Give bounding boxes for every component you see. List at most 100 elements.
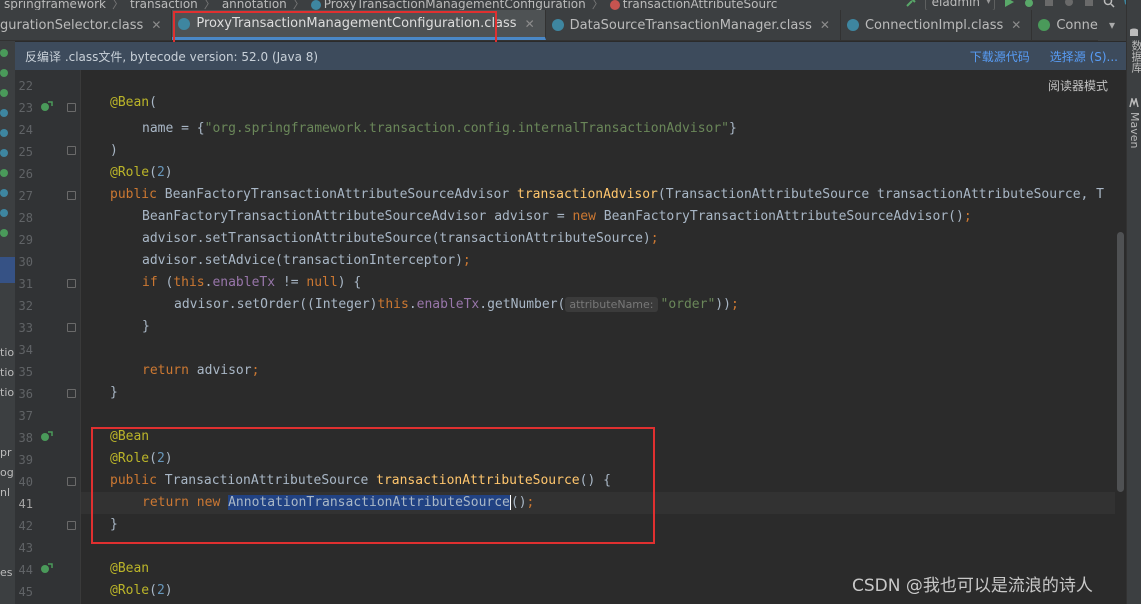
line-number[interactable]: 41 <box>15 497 33 511</box>
code-line-32: advisor.setOrder((Integer)this.enableTx.… <box>174 294 739 316</box>
tree-row[interactable] <box>0 167 15 180</box>
spring-bean-gutter-icon[interactable] <box>40 100 53 113</box>
download-sources-link[interactable]: 下载源代码 <box>970 48 1030 65</box>
tree-row[interactable] <box>0 127 15 140</box>
tab-datasource-transaction-manager[interactable]: DataSourceTransactionManager.class ✕ <box>546 10 841 40</box>
tree-row[interactable] <box>0 107 15 120</box>
fold-marker[interactable] <box>67 103 76 112</box>
fold-marker[interactable] <box>67 389 76 398</box>
code-line-30: advisor.setAdvice(transactionInterceptor… <box>142 250 471 272</box>
maven-icon[interactable] <box>1129 98 1139 108</box>
breadcrumb-item[interactable]: transaction <box>130 0 198 10</box>
breadcrumb-item[interactable]: transactionAttributeSourc <box>623 0 778 10</box>
string-literal: "org.springframework.transaction.config.… <box>204 121 730 136</box>
line-number[interactable]: 30 <box>15 255 33 269</box>
class-icon <box>551 19 564 31</box>
line-number[interactable]: 25 <box>15 145 33 159</box>
line-number[interactable]: 40 <box>15 475 33 489</box>
database-icon[interactable] <box>1129 28 1139 38</box>
line-number[interactable]: 27 <box>15 189 33 203</box>
close-icon[interactable]: ✕ <box>1011 18 1021 32</box>
spring-bean-gutter-icon[interactable] <box>40 562 53 575</box>
annotation: @Role <box>110 165 150 180</box>
keyword: this <box>377 297 409 312</box>
line-number[interactable]: 43 <box>15 541 33 555</box>
spring-bean-icon <box>0 169 8 177</box>
scrollbar-thumb[interactable] <box>1117 232 1124 492</box>
tree-row[interactable] <box>0 227 15 240</box>
tree-item-text[interactable]: nl <box>0 486 10 499</box>
line-number[interactable]: 29 <box>15 233 33 247</box>
banner-actions: 下载源代码 选择源 (S)... <box>970 42 1118 70</box>
tree-item-text[interactable]: tio <box>0 366 14 379</box>
tree-row[interactable] <box>0 207 15 220</box>
coverage-icon[interactable] <box>1043 0 1055 8</box>
line-number[interactable]: 24 <box>15 123 33 137</box>
line-number[interactable]: 37 <box>15 409 33 423</box>
tree-row[interactable] <box>0 67 15 80</box>
line-number[interactable]: 34 <box>15 343 33 357</box>
profile-icon[interactable] <box>1063 0 1075 8</box>
line-number[interactable]: 23 <box>15 101 33 115</box>
line-number[interactable]: 45 <box>15 585 33 599</box>
run-icon[interactable] <box>1003 0 1015 8</box>
fold-marker[interactable] <box>67 191 76 200</box>
line-number[interactable]: 32 <box>15 299 33 313</box>
breadcrumb: springframework 〉 transaction 〉 annotation 〉 P… <box>4 0 777 10</box>
close-icon[interactable]: ✕ <box>820 18 830 32</box>
tree-row[interactable] <box>0 87 15 100</box>
tree-item-text[interactable]: es <box>0 566 13 579</box>
tree-row[interactable] <box>0 47 15 60</box>
annotation: @Bean <box>110 95 150 110</box>
breadcrumb-item[interactable]: ProxyTransactionManagementConfiguration <box>324 0 586 10</box>
search-icon[interactable] <box>1103 0 1115 8</box>
line-number[interactable]: 38 <box>15 431 33 445</box>
code-text: ( <box>149 583 157 598</box>
code-text: ) <box>110 143 118 158</box>
database-tool-button[interactable]: 数据库 <box>1128 40 1141 73</box>
line-number[interactable]: 44 <box>15 563 33 577</box>
tree-item-text[interactable]: pr <box>0 446 12 459</box>
maven-tool-button[interactable]: Maven <box>1128 112 1141 148</box>
tree-item-text[interactable]: tio <box>0 346 14 359</box>
stop-icon[interactable] <box>1083 0 1095 8</box>
fold-marker[interactable] <box>67 279 76 288</box>
choose-sources-link[interactable]: 选择源 (S)... <box>1050 48 1118 65</box>
annotation: @Bean <box>110 561 150 576</box>
close-icon[interactable]: ✕ <box>525 17 535 31</box>
tree-item-text[interactable]: og <box>0 466 14 479</box>
tree-row[interactable] <box>0 147 15 160</box>
line-number[interactable]: 33 <box>15 321 33 335</box>
class-icon <box>0 109 8 117</box>
fold-marker[interactable] <box>67 477 76 486</box>
hammer-icon[interactable] <box>905 0 917 8</box>
debug-icon[interactable] <box>1023 0 1035 8</box>
breadcrumb-item[interactable]: springframework <box>4 0 106 10</box>
spring-bean-gutter-icon[interactable] <box>40 430 53 443</box>
line-number[interactable]: 36 <box>15 387 33 401</box>
string-literal: "order" <box>660 297 716 312</box>
run-config-select[interactable]: eladmin <box>924 0 995 10</box>
tab-configuration-selector[interactable]: gurationSelector.class ✕ <box>0 10 173 40</box>
tree-item-text[interactable]: tio <box>0 386 14 399</box>
line-number[interactable]: 42 <box>15 519 33 533</box>
fold-marker[interactable] <box>67 146 76 155</box>
tabs-dropdown-button[interactable]: ▾ <box>1098 10 1126 41</box>
code-text: ( <box>149 95 157 110</box>
reader-mode-toggle[interactable]: 阅读器模式 <box>1048 77 1108 94</box>
line-number[interactable]: 22 <box>15 79 33 93</box>
decompiled-notice-text: 反编译 .class文件, bytecode version: 52.0 (Ja… <box>25 49 319 64</box>
fold-marker[interactable] <box>67 323 76 332</box>
tree-row[interactable] <box>0 187 15 200</box>
fold-marker[interactable] <box>67 521 76 530</box>
line-number[interactable]: 39 <box>15 453 33 467</box>
class-icon <box>0 209 8 217</box>
line-number[interactable]: 26 <box>15 167 33 181</box>
line-number[interactable]: 28 <box>15 211 33 225</box>
tab-connection-impl[interactable]: ConnectionImpl.class ✕ <box>841 10 1033 40</box>
line-number[interactable]: 31 <box>15 277 33 291</box>
line-number[interactable]: 35 <box>15 365 33 379</box>
number-literal: 2 <box>156 583 165 598</box>
close-icon[interactable]: ✕ <box>151 18 161 32</box>
breadcrumb-item[interactable]: annotation <box>222 0 287 10</box>
